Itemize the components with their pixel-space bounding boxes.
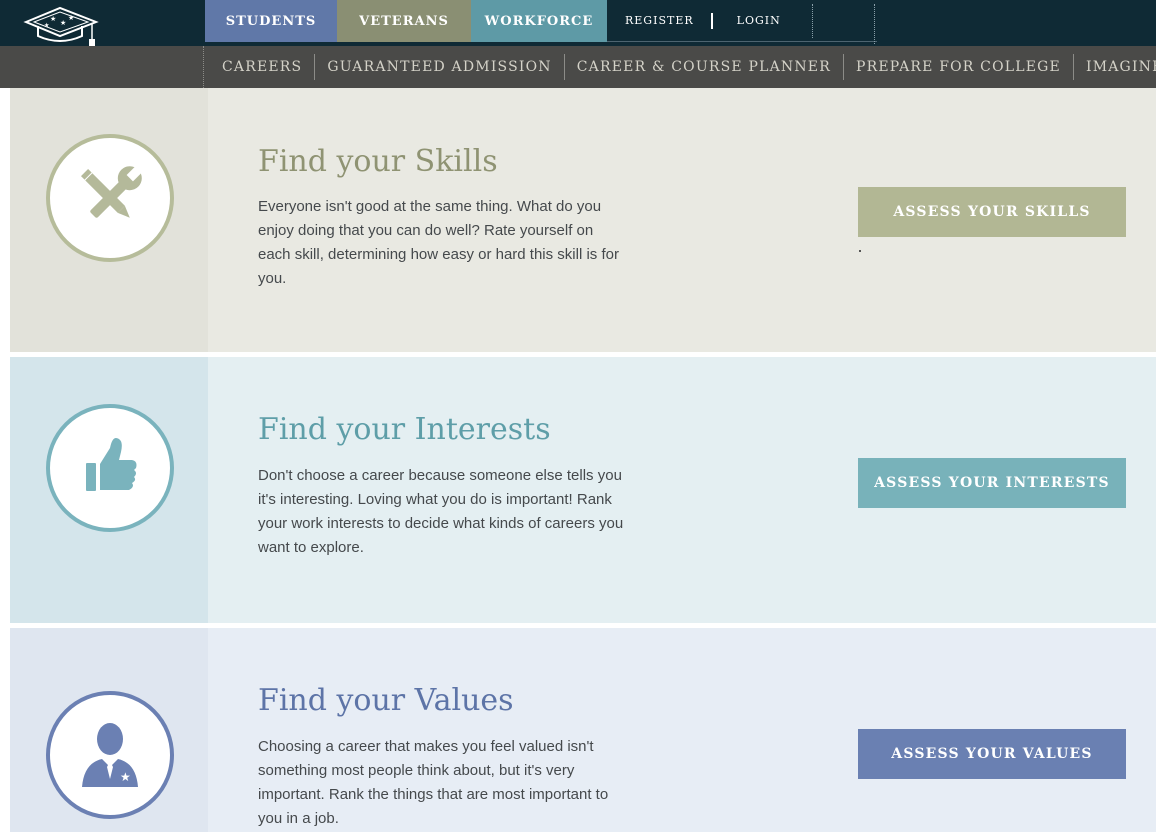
link-divider	[710, 12, 713, 29]
svg-text:★: ★	[120, 770, 131, 784]
assess-values-button[interactable]: ASSESS YOUR VALUES	[858, 729, 1126, 779]
svg-text:★: ★	[68, 14, 74, 22]
account-links: REGISTER LOGIN	[607, 0, 877, 42]
values-section: ★ Find your Values Choosing a career tha…	[0, 628, 1156, 832]
icon-column: ★	[10, 628, 208, 832]
register-link[interactable]: REGISTER	[625, 14, 694, 27]
dotted-divider	[812, 4, 813, 38]
person-with-star-icon: ★	[46, 691, 174, 819]
skills-section: Find your Skills Everyone isn't good at …	[0, 88, 1156, 352]
nav-guaranteed-admission[interactable]: GUARANTEED ADMISSION	[315, 59, 563, 75]
graduation-cap-logo-icon[interactable]: ★ ★ ★ ★	[22, 6, 102, 50]
nav-prepare-for-college[interactable]: PREPARE FOR COLLEGE	[844, 59, 1073, 75]
stray-dot	[859, 250, 861, 252]
thumbs-up-icon	[46, 404, 174, 532]
svg-text:★: ★	[50, 15, 56, 23]
icon-column	[10, 357, 208, 623]
section-title: Find your Skills	[258, 144, 498, 179]
tab-workforce[interactable]: WORKFORCE	[471, 0, 607, 42]
tab-students[interactable]: STUDENTS	[205, 0, 337, 42]
audience-tabs: STUDENTS VETERANS WORKFORCE	[205, 0, 607, 42]
login-link[interactable]: LOGIN	[737, 14, 781, 27]
values-content: Find your Values Choosing a career that …	[208, 628, 1156, 832]
nav-career-course-planner[interactable]: CAREER & COURSE PLANNER	[565, 59, 843, 75]
icon-column	[10, 88, 208, 352]
section-title: Find your Interests	[258, 412, 551, 447]
section-description: Choosing a career that makes you feel va…	[258, 738, 609, 827]
secondary-nav: CAREERS GUARANTEED ADMISSION CAREER & CO…	[0, 46, 1156, 88]
skills-content: Find your Skills Everyone isn't good at …	[208, 88, 1156, 352]
assess-skills-button[interactable]: ASSESS YOUR SKILLS	[858, 187, 1126, 237]
dotted-divider	[874, 4, 875, 44]
interests-content: Find your Interests Don't choose a caree…	[208, 357, 1156, 623]
section-description: Don't choose a career because someone el…	[258, 467, 624, 556]
tools-icon	[46, 134, 174, 262]
tab-veterans[interactable]: VETERANS	[337, 0, 471, 42]
section-title: Find your Values	[258, 683, 514, 718]
top-bar: ★ ★ ★ ★ STUDENTS VETERANS WORKFORCE REGI…	[0, 0, 1156, 47]
section-description: Everyone isn't good at the same thing. W…	[258, 198, 619, 287]
svg-text:★: ★	[60, 19, 66, 27]
assess-interests-button[interactable]: ASSESS YOUR INTERESTS	[858, 458, 1126, 508]
nav-imagine[interactable]: IMAGINE	[1074, 59, 1156, 75]
dotted-divider	[203, 46, 204, 88]
interests-section: Find your Interests Don't choose a caree…	[0, 357, 1156, 623]
nav-careers[interactable]: CAREERS	[210, 59, 314, 75]
svg-text:★: ★	[44, 22, 49, 29]
